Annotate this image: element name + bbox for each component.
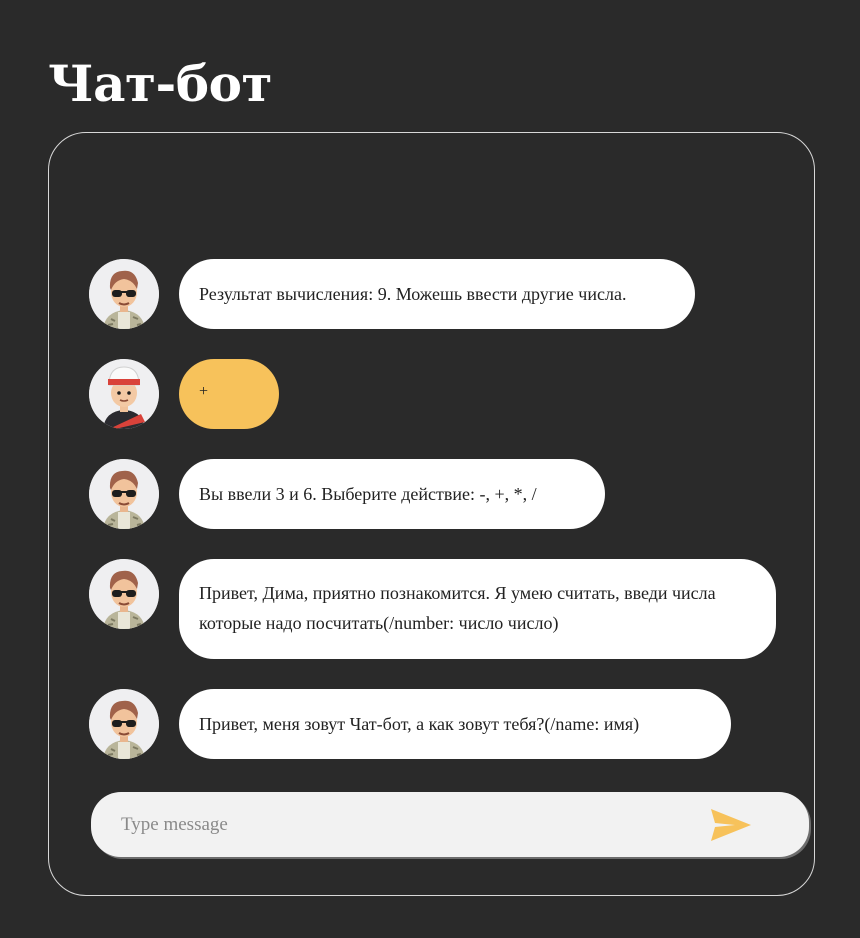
send-icon bbox=[711, 809, 751, 841]
chat-message-user: + bbox=[89, 359, 279, 429]
chat-panel: Результат вычисления: 9. Можешь ввести д… bbox=[48, 132, 815, 896]
chat-message-bot: Привет, Дима, приятно познакомится. Я ум… bbox=[89, 559, 776, 659]
chat-message-bot: Вы ввели 3 и 6. Выберите действие: -, +,… bbox=[89, 459, 605, 529]
bot-avatar-icon bbox=[89, 259, 159, 329]
message-bubble: Результат вычисления: 9. Можешь ввести д… bbox=[179, 259, 695, 329]
message-bubble: Привет, Дима, приятно познакомится. Я ум… bbox=[179, 559, 776, 659]
chat-message-bot: Результат вычисления: 9. Можешь ввести д… bbox=[89, 259, 695, 329]
user-avatar-icon bbox=[89, 359, 159, 429]
bot-avatar-icon bbox=[89, 559, 159, 629]
page-title: Чат-бот bbox=[48, 54, 272, 113]
message-input[interactable] bbox=[121, 792, 681, 857]
message-bubble: + bbox=[179, 359, 279, 429]
message-bubble: Вы ввели 3 и 6. Выберите действие: -, +,… bbox=[179, 459, 605, 529]
bot-avatar-icon bbox=[89, 459, 159, 529]
bot-avatar-icon bbox=[89, 689, 159, 759]
message-composer bbox=[91, 792, 809, 857]
message-bubble: Привет, меня зовут Чат-бот, а как зовут … bbox=[179, 689, 731, 759]
send-button[interactable] bbox=[709, 805, 759, 845]
chat-message-bot: Привет, меня зовут Чат-бот, а как зовут … bbox=[89, 689, 731, 759]
